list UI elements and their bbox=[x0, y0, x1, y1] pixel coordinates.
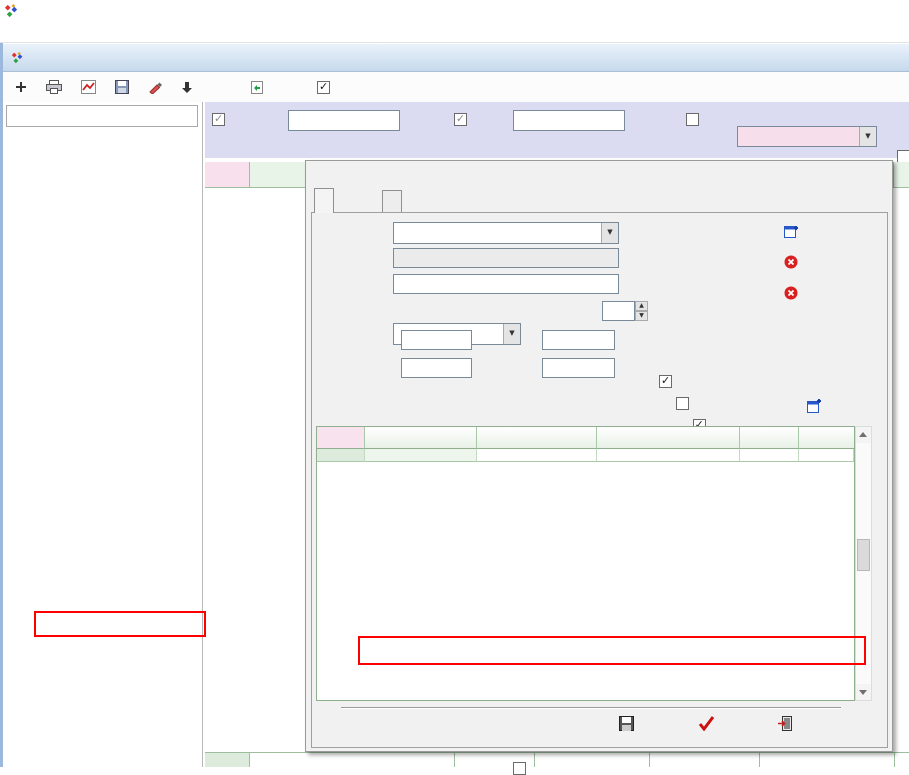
close-icon[interactable] bbox=[866, 163, 888, 185]
branch-select[interactable]: ▼ bbox=[737, 126, 877, 147]
start-month-checkbox[interactable] bbox=[212, 113, 225, 126]
select-scheme-combo[interactable]: ▼ bbox=[393, 222, 619, 244]
data-cell bbox=[250, 753, 455, 767]
dropdown-arrow-icon[interactable]: ▼ bbox=[859, 127, 876, 146]
window-width-input[interactable] bbox=[401, 358, 472, 378]
scroll-up-icon[interactable] bbox=[856, 427, 871, 443]
add-window-icon bbox=[784, 224, 798, 238]
top-coord-input[interactable] bbox=[542, 330, 615, 350]
save-data-button[interactable] bbox=[115, 80, 133, 94]
ok-button[interactable] bbox=[698, 715, 723, 731]
row-number-header bbox=[205, 162, 250, 187]
pen-icon bbox=[148, 80, 162, 94]
hide-hidden-columns-checkbox[interactable] bbox=[513, 762, 526, 775]
font-size-input[interactable] bbox=[602, 301, 635, 321]
end-month-checkbox[interactable] bbox=[454, 113, 467, 126]
data-cell bbox=[895, 753, 909, 767]
report-grid-partial-column bbox=[893, 162, 909, 752]
plus-icon bbox=[15, 81, 27, 93]
extract-data-button[interactable] bbox=[250, 80, 272, 95]
start-month-input[interactable] bbox=[288, 110, 400, 131]
column-table-row-partial bbox=[317, 449, 854, 462]
scrollbar-thumb[interactable] bbox=[857, 539, 870, 571]
annotation-box-tree-selection bbox=[34, 611, 206, 637]
tab-user-binding[interactable] bbox=[382, 190, 402, 212]
row-number-cell bbox=[205, 753, 250, 767]
save-button[interactable] bbox=[619, 716, 642, 731]
dropdown-arrow-icon[interactable]: ▼ bbox=[601, 223, 618, 243]
refresh-page-icon bbox=[250, 80, 264, 95]
delete-icon bbox=[784, 255, 798, 269]
partial-column-header bbox=[893, 162, 909, 188]
dropdown-arrow-icon[interactable]: ▼ bbox=[503, 324, 520, 344]
exit-door-icon bbox=[778, 716, 792, 731]
window-height-input[interactable] bbox=[542, 358, 615, 378]
scroll-down-icon[interactable] bbox=[856, 684, 871, 700]
data-cell bbox=[650, 753, 760, 767]
tree-header bbox=[6, 105, 198, 127]
app-titlebar bbox=[0, 0, 909, 20]
auto-height-checkbox[interactable] bbox=[317, 81, 330, 94]
cancel-button[interactable] bbox=[778, 716, 800, 731]
left-coord-input[interactable] bbox=[401, 330, 472, 350]
divider bbox=[341, 707, 841, 709]
font-size-stepper[interactable]: ▲▼ bbox=[635, 301, 648, 321]
filter-panel: ▼ ▼ ▼ ▼ bbox=[205, 102, 909, 158]
menubar bbox=[0, 20, 909, 43]
red-check-icon bbox=[698, 715, 715, 731]
report-window-icon bbox=[11, 51, 24, 64]
reference-scheme-button[interactable] bbox=[807, 399, 825, 413]
auto-height-toggle[interactable] bbox=[317, 81, 335, 94]
report-toolbar bbox=[3, 72, 909, 102]
floppy-icon bbox=[619, 716, 634, 731]
delete-scheme-button[interactable] bbox=[784, 255, 802, 269]
branch-checkbox[interactable] bbox=[686, 113, 699, 126]
function-menu-button[interactable] bbox=[181, 81, 197, 94]
delete-all-schemes-button[interactable] bbox=[784, 286, 802, 300]
tab-scheme-settings[interactable] bbox=[314, 188, 334, 213]
app-logo-icon bbox=[4, 3, 19, 18]
data-cell bbox=[760, 753, 895, 767]
spin-down-icon: ▼ bbox=[635, 311, 648, 321]
scheme-name-input[interactable] bbox=[393, 274, 619, 294]
spin-up-icon: ▲ bbox=[635, 301, 648, 311]
annotation-box-note-row bbox=[358, 636, 866, 665]
floppy-icon bbox=[115, 80, 129, 94]
down-arrow-icon bbox=[181, 81, 193, 94]
data-cell bbox=[535, 753, 650, 767]
report-catalog-button[interactable] bbox=[15, 81, 31, 93]
printer-icon bbox=[46, 80, 62, 94]
add-scheme-button[interactable] bbox=[784, 224, 802, 238]
auto-maximize-checkbox[interactable] bbox=[676, 397, 689, 410]
print-button[interactable] bbox=[46, 80, 66, 94]
time-settings-button[interactable] bbox=[148, 80, 166, 94]
scheme-code-field bbox=[393, 248, 619, 268]
delete-icon bbox=[784, 286, 798, 300]
column-table-header bbox=[317, 427, 854, 449]
default-scheme-checkbox[interactable] bbox=[659, 375, 672, 388]
end-month-input[interactable] bbox=[513, 110, 625, 131]
report-window-titlebar[interactable] bbox=[3, 44, 909, 72]
chart-icon bbox=[81, 80, 96, 94]
reference-window-icon bbox=[807, 399, 821, 413]
report-grid-partial-row bbox=[205, 752, 909, 767]
chart-analysis-button[interactable] bbox=[81, 80, 100, 94]
report-tree-panel bbox=[3, 102, 203, 767]
